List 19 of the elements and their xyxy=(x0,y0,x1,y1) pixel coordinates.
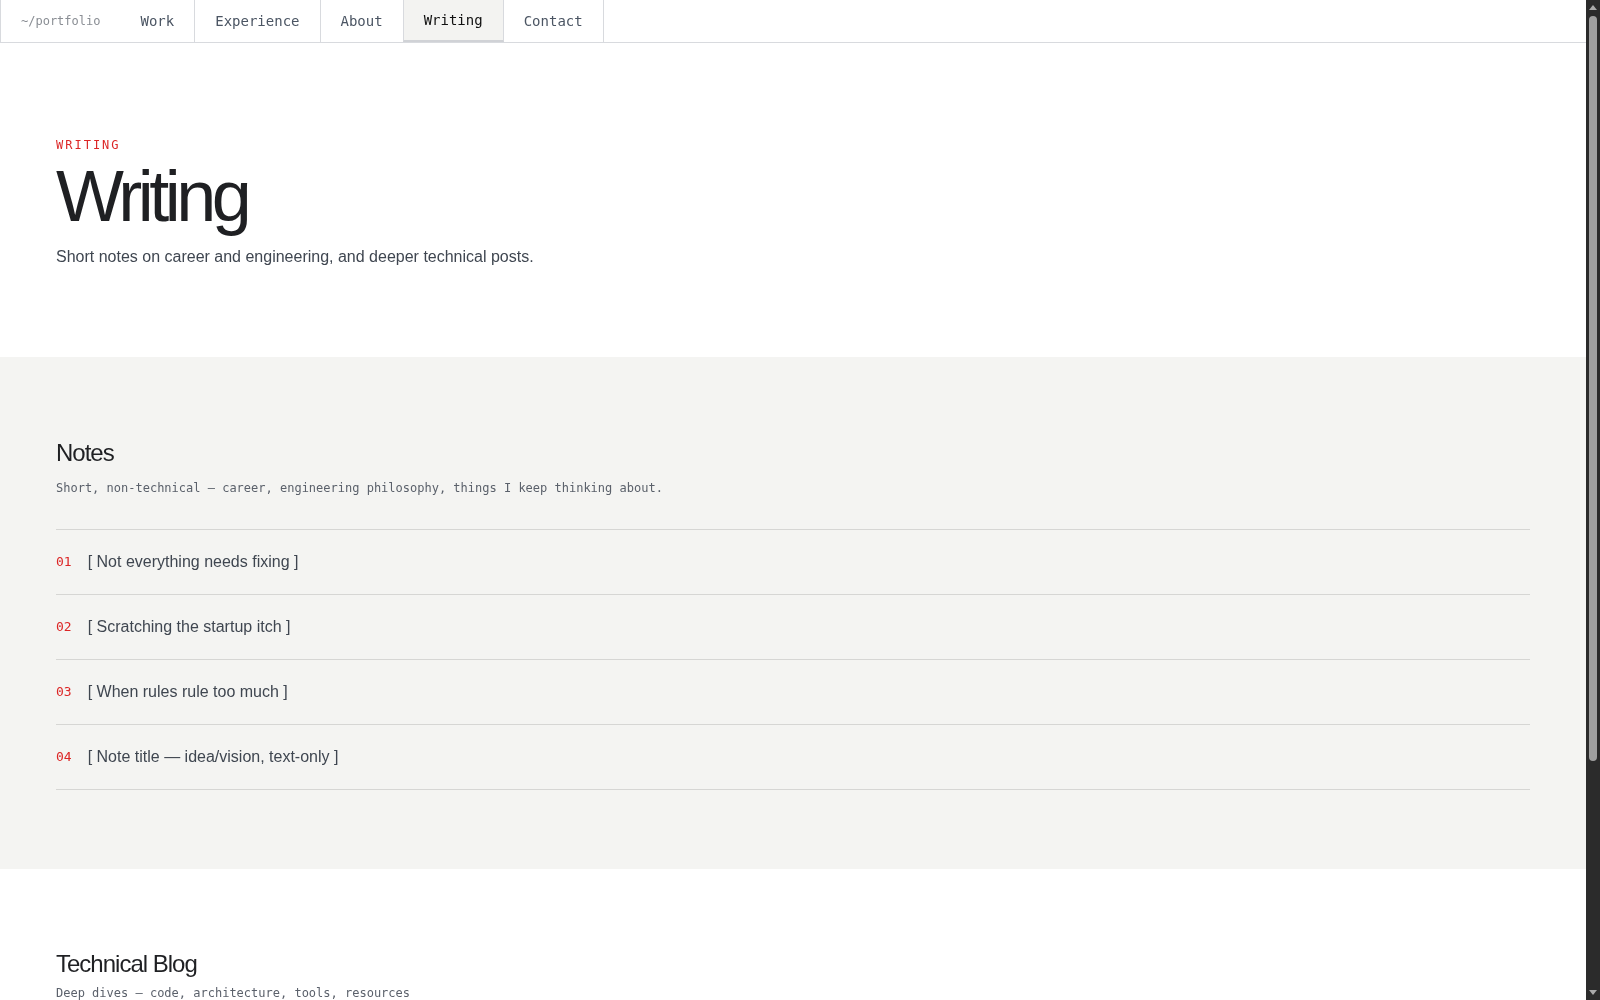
nav-tab[interactable]: Writing xyxy=(402,0,504,42)
eyebrow-label: WRITING xyxy=(56,137,122,152)
section-description: Short, non-technical — career, engineering philosophy, things I keep thinking about. xyxy=(56,480,663,495)
note-number: 01 xyxy=(56,554,72,570)
section-title: Technical Blog xyxy=(56,950,197,977)
page-subtitle: Short notes on career and engineering, and deeper technical posts. xyxy=(56,247,534,266)
note-link[interactable]: [ Not everything needs fixing ] xyxy=(87,552,299,571)
nav-tab[interactable]: Work xyxy=(120,0,196,42)
note-link[interactable]: [ Scratching the startup itch ] xyxy=(87,617,291,636)
note-number: 03 xyxy=(56,684,72,700)
note-number: 04 xyxy=(56,749,72,765)
note-link[interactable]: [ Note title — idea/vision, text-only ] xyxy=(87,747,339,766)
scrollbar-thumb[interactable] xyxy=(1589,16,1597,761)
section-title: Notes xyxy=(56,438,114,467)
nav-tab[interactable]: Experience xyxy=(195,0,321,42)
nav-tab[interactable]: Contact xyxy=(503,0,604,42)
note-link[interactable]: [ When rules rule too much ] xyxy=(87,682,288,701)
section-description: Deep dives — code, architecture, tools, resources xyxy=(56,986,410,1000)
note-number: 02 xyxy=(56,619,72,635)
